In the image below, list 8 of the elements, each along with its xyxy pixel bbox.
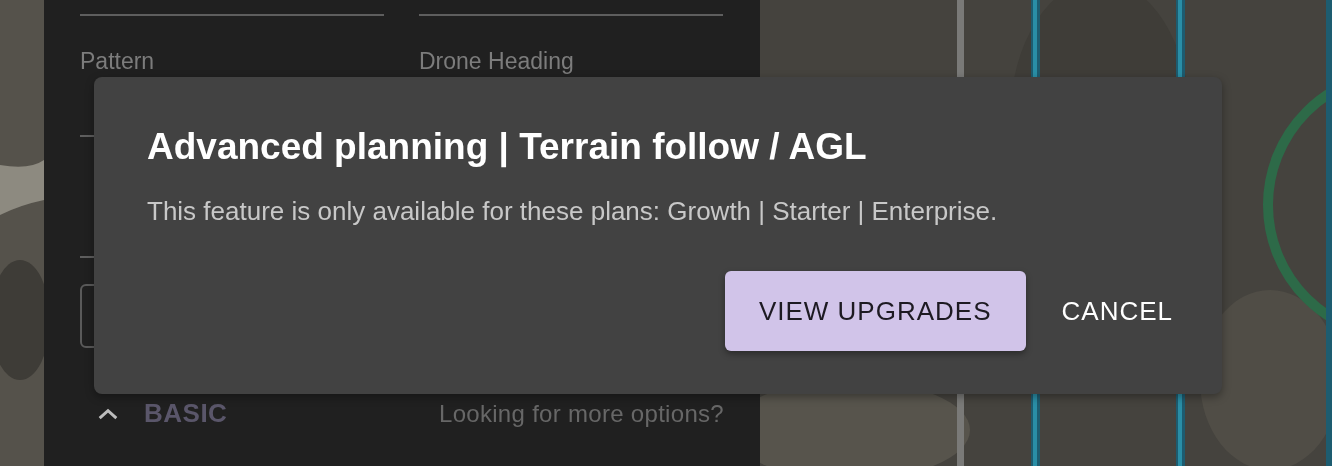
dialog-title: Advanced planning | Terrain follow / AGL [147,125,868,170]
chevron-icon[interactable] [98,407,118,420]
field-label: Pattern [80,47,156,75]
field-label: Drone Heading [419,47,575,75]
upgrade-button[interactable]: VIEW UPGRADES [724,271,1026,351]
hint-text: Looking for more options? [439,399,724,428]
cancel-button[interactable]: CANCEL [1041,271,1193,351]
dialog-message: This feature is only available for these plans: Growth | Starter | Enterprise. [147,195,999,228]
